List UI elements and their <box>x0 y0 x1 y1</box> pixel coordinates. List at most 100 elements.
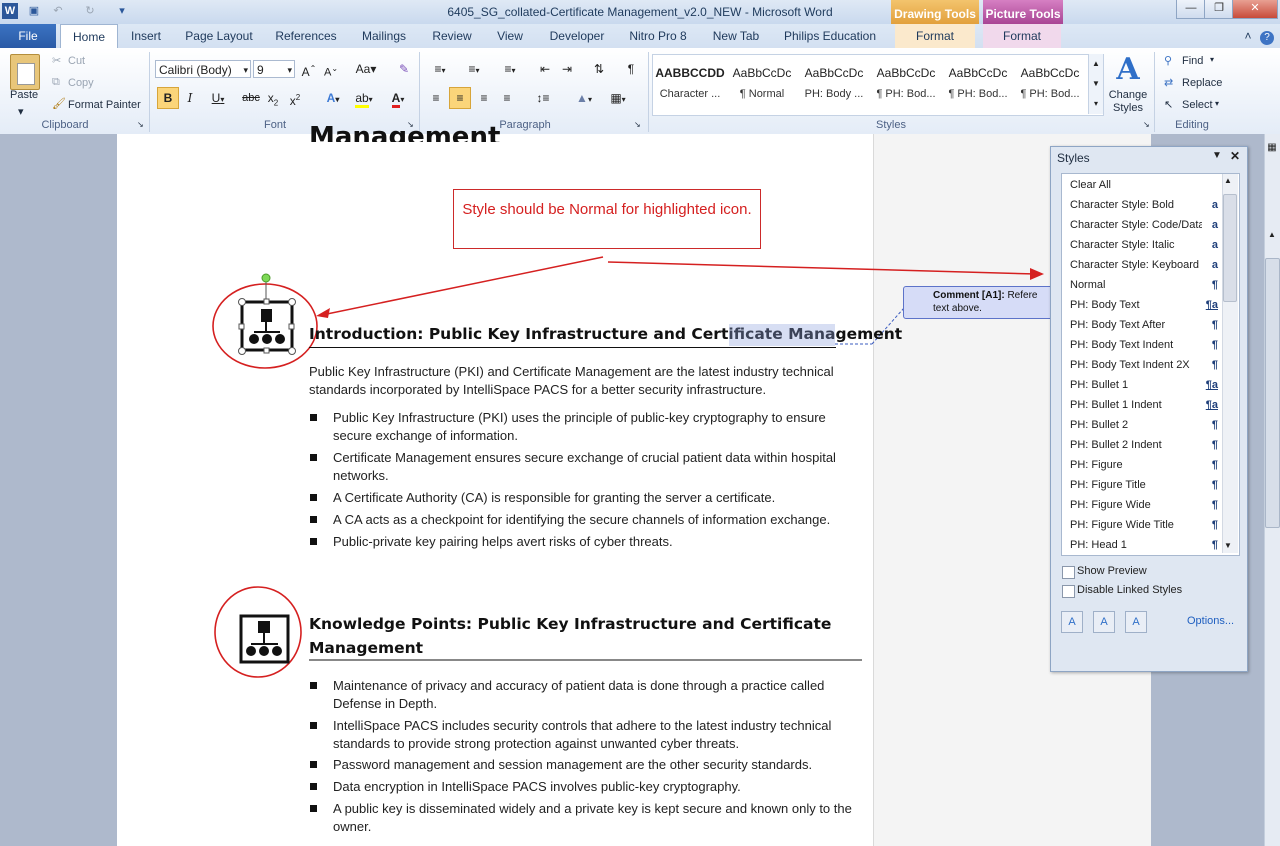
style-item[interactable]: PH: Figure Title <box>1070 475 1220 495</box>
style-item[interactable]: PH: Bullet 1 Indent <box>1070 395 1220 415</box>
style-item[interactable]: PH: Bullet 2 Indent <box>1070 435 1220 455</box>
style-item[interactable]: PH: Body Text <box>1070 295 1220 315</box>
resize-handle[interactable] <box>238 298 246 306</box>
paragraph-style-icon: ¶ <box>1211 359 1218 371</box>
bullet-marker <box>310 783 317 790</box>
character-style-icon: a <box>1211 219 1218 231</box>
bullet-marker <box>310 516 317 523</box>
bullet-marker <box>310 722 317 729</box>
pane-options-icon[interactable]: ▼ <box>1212 150 1222 161</box>
list-item: Certificate Management ensures secure ex… <box>333 450 836 483</box>
style-item[interactable]: PH: Body Text After <box>1070 315 1220 335</box>
bullet-marker <box>310 454 317 461</box>
paragraph-style-icon: ¶ <box>1211 499 1218 511</box>
style-item[interactable]: Character Style: Keyboard <box>1070 255 1200 275</box>
bullet-marker <box>310 761 317 768</box>
manage-styles-icon[interactable]: A <box>1125 611 1147 633</box>
pki-icon-node <box>275 334 285 344</box>
resize-handle[interactable] <box>288 323 295 330</box>
character-style-icon: a <box>1211 259 1218 271</box>
knowledge-icon-node <box>272 646 282 656</box>
arrowhead <box>1030 268 1044 280</box>
resize-handle[interactable] <box>288 298 296 306</box>
style-item[interactable]: PH: Figure Wide Title <box>1070 515 1220 535</box>
comment-text: Refere <box>1007 290 1038 301</box>
style-item[interactable]: PH: Body Text Indent <box>1070 335 1220 355</box>
list-item: A Certificate Authority (CA) is responsi… <box>333 490 776 505</box>
style-item[interactable]: PH: Bullet 2 <box>1070 415 1220 435</box>
arrowhead <box>316 308 330 318</box>
comment-balloon[interactable]: Comment [A1]: Refere text above. <box>903 286 1065 319</box>
character-style-icon: a <box>1211 199 1218 211</box>
paragraph-style-icon: ¶ <box>1211 319 1218 331</box>
bullet-marker <box>310 494 317 501</box>
paragraph-style-icon: ¶ <box>1211 419 1218 431</box>
options-link[interactable]: Options... <box>1187 615 1234 627</box>
pki-icon-block <box>261 309 272 322</box>
scroll-up-icon[interactable]: ▲ <box>1224 176 1232 185</box>
rotate-handle[interactable] <box>261 273 271 283</box>
resize-handle[interactable] <box>263 298 270 305</box>
style-inspector-icon[interactable]: A <box>1093 611 1115 633</box>
disable-linked-checkbox[interactable] <box>1062 585 1075 598</box>
heading-rule <box>309 347 836 348</box>
style-item[interactable]: PH: Body Text Indent 2X <box>1070 355 1220 375</box>
scroll-thumb[interactable] <box>1223 194 1237 302</box>
paragraph-style-icon: ¶ <box>1211 279 1218 291</box>
knowledge-icon-node <box>259 646 269 656</box>
list-item: Data encryption in IntelliSpace PACS inv… <box>333 779 741 794</box>
style-item[interactable]: PH: Figure <box>1070 455 1220 475</box>
list-item: IntelliSpace PACS includes security cont… <box>333 718 832 751</box>
resize-handle[interactable] <box>288 347 296 355</box>
heading-knowledge-points-line2: Management <box>309 639 424 657</box>
knowledge-icon-node <box>246 646 256 656</box>
show-preview-label: Show Preview <box>1077 565 1147 577</box>
scroll-up-icon[interactable]: ▲ <box>1265 230 1279 244</box>
style-item[interactable]: PH: Head 1 <box>1070 535 1220 555</box>
bullet-marker <box>310 805 317 812</box>
bullet-marker <box>310 682 317 689</box>
list-item: Public-private key pairing helps avert r… <box>333 534 673 549</box>
scroll-down-icon[interactable]: ▼ <box>1224 541 1232 550</box>
list-item: Maintenance of privacy and accuracy of p… <box>333 678 825 711</box>
paragraph-style-icon: ¶ <box>1211 459 1218 471</box>
pki-icon-node <box>262 334 272 344</box>
style-item[interactable]: Character Style: Bold <box>1070 195 1220 215</box>
list-item: Password management and session manageme… <box>333 757 813 772</box>
list-item: Public Key Infrastructure (PKI) uses the… <box>333 410 826 443</box>
styles-pane-title: Styles <box>1057 151 1090 165</box>
comment-label: Comment [A1]: <box>933 290 1005 301</box>
disable-linked-label: Disable Linked Styles <box>1077 584 1183 596</box>
ruler-toggle-icon[interactable]: ▦ <box>1265 142 1279 162</box>
show-preview-checkbox[interactable] <box>1062 566 1075 579</box>
knowledge-icon-block <box>258 621 270 633</box>
style-item-clear-all[interactable]: Clear All <box>1070 175 1220 195</box>
arrow-to-icon <box>321 256 604 316</box>
style-item[interactable]: PH: Figure Wide <box>1070 495 1220 515</box>
new-style-icon[interactable]: A <box>1061 611 1083 633</box>
list-item: A public key is disseminated widely and … <box>333 801 852 834</box>
text-selection-highlight <box>729 324 835 346</box>
arrow-to-normal <box>607 261 1037 275</box>
style-item-normal[interactable]: Normal <box>1070 275 1220 295</box>
pane-close-icon[interactable]: ✕ <box>1230 149 1240 163</box>
comment-text-line2: text above. <box>933 303 982 314</box>
resize-handle[interactable] <box>238 323 245 330</box>
list-item: A CA acts as a checkpoint for identifyin… <box>333 512 831 527</box>
character-style-icon: a <box>1211 239 1218 251</box>
style-item[interactable]: Character Style: Code/Data <box>1070 215 1202 235</box>
paragraph-style-icon: ¶ <box>1211 479 1218 491</box>
linked-style-icon: ¶a <box>1205 399 1218 411</box>
linked-style-icon: ¶a <box>1205 379 1218 391</box>
style-item[interactable]: PH: Bullet 1 <box>1070 375 1220 395</box>
bullet-marker <box>310 414 317 421</box>
knowledge-icon <box>239 614 290 664</box>
resize-handle[interactable] <box>238 347 246 355</box>
style-item[interactable]: Character Style: Italic <box>1070 235 1220 255</box>
bullet-marker <box>310 538 317 545</box>
linked-style-icon: ¶a <box>1205 299 1218 311</box>
resize-handle[interactable] <box>263 347 270 354</box>
intro-paragraph: Public Key Infrastructure (PKI) and Cert… <box>309 364 834 397</box>
paragraph-style-icon: ¶ <box>1211 439 1218 451</box>
scroll-thumb[interactable] <box>1265 258 1280 528</box>
